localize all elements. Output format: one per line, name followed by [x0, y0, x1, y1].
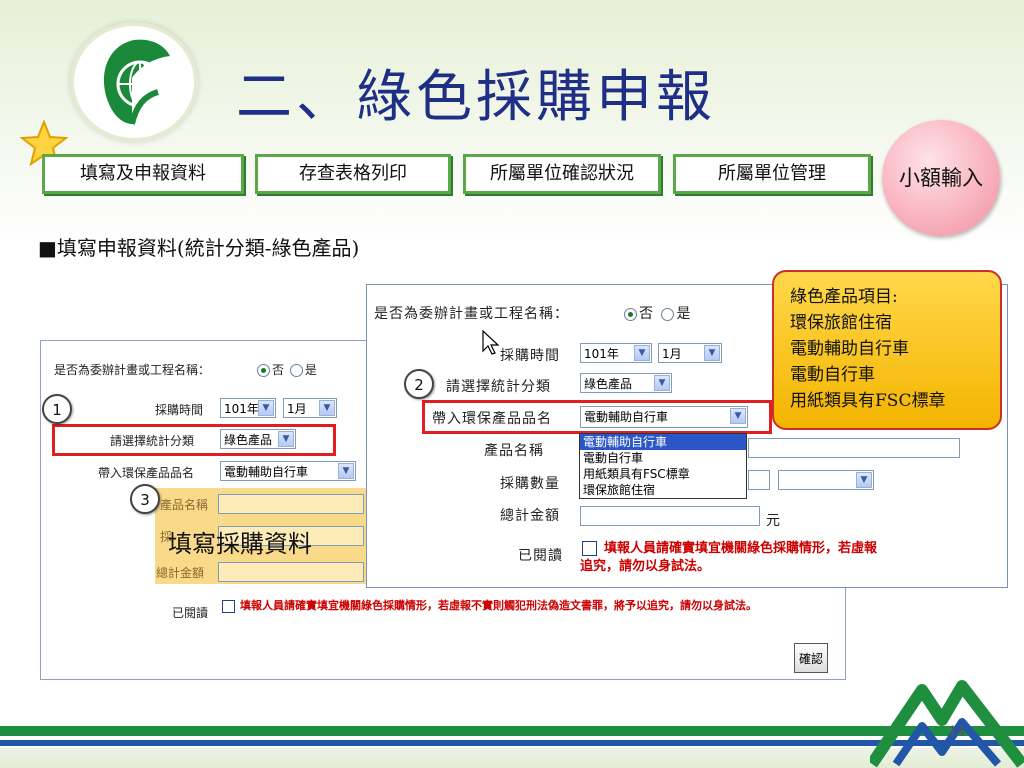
back-year-value: 101年: [224, 402, 259, 416]
back-question-label: 是否為委辦計畫或工程名稱：: [54, 363, 211, 377]
front-year-value: 101年: [584, 347, 619, 361]
green-product-callout: 綠色產品項目: 環保旅館住宿 電動輔助自行車 電動自行車 用紙類具有FSC標章: [772, 270, 1002, 430]
dropdown-option[interactable]: 環保旅館住宿: [580, 482, 746, 498]
back-total-label: 總計金額: [156, 566, 205, 580]
tab-unit-management[interactable]: 所屬單位管理: [673, 154, 871, 194]
step-3-marker: 3: [130, 484, 160, 514]
front-radio-no-label: 否: [639, 306, 654, 322]
back-radio-no-label: 否: [272, 363, 285, 377]
front-year-select[interactable]: 101年 ▼: [580, 343, 652, 363]
callout-item: 用紙類具有FSC標章: [790, 391, 946, 411]
tab-archive-print[interactable]: 存查表格列印: [255, 154, 451, 194]
front-radio-no[interactable]: [624, 307, 637, 321]
tab-unit-confirm-status[interactable]: 所屬單位確認狀況: [463, 154, 661, 194]
slide-title: 二、綠色採購申報: [236, 65, 716, 130]
mountain-logo-icon: [870, 680, 1024, 768]
back-warning-text: 填報人員請確實填宜機關綠色採購情形，若虛報不實則觸犯刑法偽造文書罪，將予以追究，…: [240, 599, 757, 612]
back-import-select[interactable]: 電動輔助自行車 ▼: [220, 461, 356, 481]
back-read-checkbox[interactable]: [222, 600, 235, 613]
small-amount-button[interactable]: 小額輸入: [882, 120, 1000, 236]
back-radio-yes[interactable]: [289, 364, 303, 377]
front-qty-input[interactable]: [748, 470, 770, 490]
front-radio-yes-label: 是: [676, 306, 692, 322]
back-month-select[interactable]: 1月 ▼: [283, 398, 337, 418]
callout-title: 綠色產品項目:: [790, 287, 898, 307]
front-product-name-input[interactable]: [748, 438, 960, 458]
chevron-down-icon: ▼: [338, 463, 354, 479]
back-total-input[interactable]: [218, 562, 364, 582]
chevron-down-icon: ▼: [654, 375, 670, 391]
dropdown-option[interactable]: 電動自行車: [580, 450, 746, 466]
back-radio-no[interactable]: [257, 364, 270, 377]
front-unit-yuan: 元: [766, 513, 781, 529]
chevron-down-icon: ▼: [704, 345, 720, 361]
back-import-value: 電動輔助自行車: [224, 465, 309, 479]
tab-fill-report[interactable]: 填寫及申報資料: [42, 154, 244, 194]
front-import-highlight: [422, 400, 772, 434]
front-qty-label: 採購數量: [500, 476, 560, 492]
back-import-label: 帶入環保產品品名: [98, 466, 195, 480]
green-mark-logo: [70, 22, 198, 142]
front-month-select[interactable]: 1月 ▼: [658, 343, 722, 363]
mouse-cursor-icon: [482, 330, 500, 355]
chevron-down-icon: ▼: [856, 472, 872, 488]
section-heading: ■填寫申報資料(統計分類-綠色產品): [38, 236, 360, 260]
back-read-label: 已閱讀: [172, 606, 209, 620]
front-category-label: 請選擇統計分類: [446, 379, 551, 395]
chevron-down-icon: ▼: [634, 345, 650, 361]
front-total-input[interactable]: [580, 506, 760, 526]
back-category-highlight: [52, 424, 336, 456]
callout-item: 電動輔助自行車: [790, 339, 909, 359]
front-purchase-time-label: 採購時間: [500, 348, 560, 364]
leaf-globe-icon: [103, 39, 170, 125]
front-product-name-label: 產品名稱: [484, 443, 544, 459]
overlay-caption: 填寫採購資料: [168, 530, 312, 558]
dropdown-option[interactable]: 電動輔助自行車: [580, 434, 746, 450]
back-radio-group: 否 是: [255, 361, 317, 378]
front-question-label: 是否為委辦計畫或工程名稱：: [374, 306, 569, 322]
back-year-select[interactable]: 101年 ▼: [220, 398, 276, 418]
front-warning-line2: 追究，請勿以身試法。: [580, 559, 711, 574]
front-category-select[interactable]: 綠色產品 ▼: [580, 373, 672, 393]
dropdown-option[interactable]: 用紙類具有FSC標章: [580, 466, 746, 482]
back-product-name-label: 產品名稱: [160, 498, 209, 512]
callout-item: 環保旅館住宿: [790, 313, 892, 333]
callout-item: 電動自行車: [790, 365, 875, 385]
step-2-marker: 2: [404, 369, 434, 399]
front-unit-select[interactable]: ▼: [778, 470, 874, 490]
back-purchase-time-label: 採購時間: [155, 403, 204, 417]
back-month-value: 1月: [287, 402, 307, 416]
front-read-label: 已閱讀: [518, 548, 563, 564]
front-read-checkbox[interactable]: [582, 541, 597, 556]
front-category-value: 綠色產品: [584, 377, 633, 391]
confirm-button[interactable]: 確認: [794, 643, 828, 673]
front-radio-group: 否 是: [622, 303, 691, 323]
page-number: 14: [948, 724, 966, 740]
step-1-marker: 1: [42, 394, 72, 424]
front-warning-line1: 填報人員請確實填宜機關綠色採購情形，若虛報: [604, 541, 878, 556]
front-month-value: 1月: [662, 347, 682, 361]
front-radio-yes[interactable]: [661, 307, 675, 321]
chevron-down-icon: ▼: [319, 400, 335, 416]
back-product-name-input[interactable]: [218, 494, 364, 514]
back-radio-yes-label: 是: [304, 363, 317, 377]
product-dropdown-list[interactable]: 電動輔助自行車 電動自行車 用紙類具有FSC標章 環保旅館住宿: [579, 433, 747, 499]
chevron-down-icon: ▼: [258, 400, 274, 416]
front-total-label: 總計金額: [500, 508, 560, 524]
